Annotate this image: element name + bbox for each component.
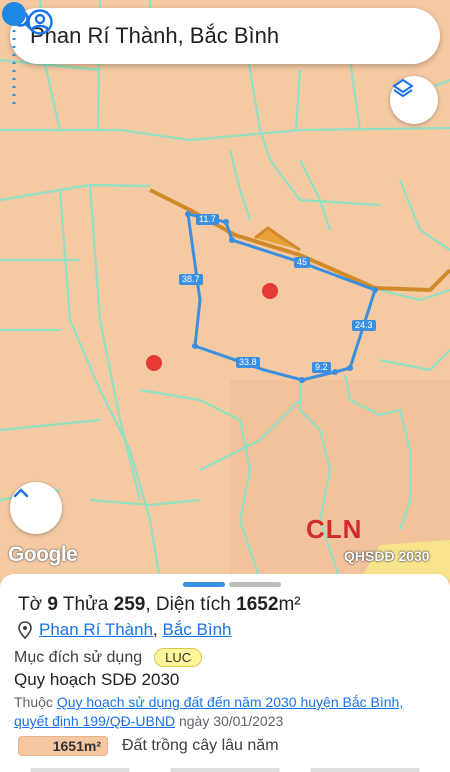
edge-length-label: 9.2	[312, 362, 331, 373]
land-type-label: Đất trồng cây lâu năm	[122, 737, 279, 754]
parcel-location: Phan Rí Thành, Bắc Bình	[18, 620, 232, 640]
map-canvas	[0, 0, 450, 580]
purpose-badge: LUC	[154, 648, 203, 667]
layers-icon	[392, 78, 414, 98]
purpose-label: Mục đích sử dụng	[14, 648, 143, 666]
marker-dot	[146, 355, 162, 371]
marker-dot	[262, 283, 278, 299]
search-title[interactable]: Phan Rí Thành, Bắc Bình	[30, 23, 440, 49]
map-view[interactable]: 11.7 45 38.7 24.3 33.8 9.2 CLN Google QH…	[0, 0, 450, 580]
layers-button[interactable]	[390, 76, 438, 124]
sheet-handle[interactable]	[229, 582, 281, 587]
plan-date: ngày 30/01/2023	[178, 713, 284, 729]
sheet-bottom-edge	[0, 768, 450, 772]
edge-length-label: 38.7	[179, 274, 203, 285]
plan-title: Quy hoạch SDĐ 2030	[14, 670, 180, 689]
edge-length-label: 24.3	[352, 320, 376, 331]
parcel-info-sheet[interactable]: Tờ 9 Thửa 259, Diện tích 1652m² Phan Rí …	[0, 574, 450, 772]
google-logo: Google	[8, 543, 78, 566]
edge-length-label: 33.8	[236, 357, 260, 368]
parcel-summary: Tờ 9 Thửa 259, Diện tích 1652m²	[18, 594, 301, 615]
area-chip: 1651m²	[18, 736, 108, 756]
zone-label: CLN	[306, 514, 363, 544]
plan-source: Thuộc Quy hoạch sử dụng đất đến năm 2030…	[14, 694, 404, 729]
ward-link[interactable]: Phan Rí Thành	[39, 620, 153, 640]
district-link[interactable]: Bắc Bình	[163, 620, 232, 640]
search-bar[interactable]: Phan Rí Thành, Bắc Bình	[10, 8, 440, 64]
sheet-handle-active[interactable]	[183, 582, 225, 587]
location-pin-icon	[18, 621, 32, 639]
area-row: 1651m² Đất trồng cây lâu năm	[18, 736, 279, 756]
expand-button[interactable]	[10, 482, 62, 534]
opacity-slider[interactable]	[0, 0, 28, 110]
chevron-up-icon	[13, 488, 29, 498]
layer-tag: QHSDĐ 2030	[344, 548, 430, 564]
purpose-row: Mục đích sử dụng LUC	[14, 648, 203, 667]
edge-length-label: 45	[294, 257, 311, 268]
edge-length-label: 11.7	[196, 214, 219, 225]
